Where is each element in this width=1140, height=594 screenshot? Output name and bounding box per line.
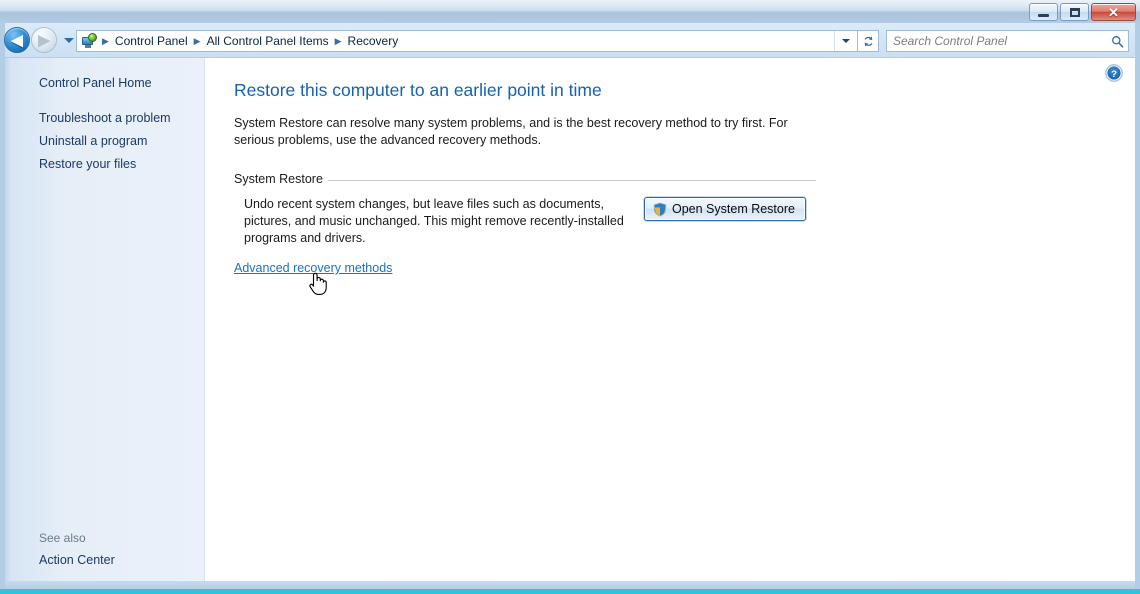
forward-arrow-icon: ▶ <box>38 31 50 49</box>
refresh-button[interactable] <box>858 30 879 52</box>
close-icon: ✕ <box>1108 4 1119 20</box>
search-box[interactable] <box>886 30 1129 52</box>
chevron-down-icon <box>842 39 850 43</box>
page-title: Restore this computer to an earlier poin… <box>234 80 602 100</box>
page-description: System Restore can resolve many system p… <box>234 116 788 147</box>
forward-button[interactable]: ▶ <box>31 27 57 53</box>
group-box-label: System Restore <box>234 172 328 186</box>
back-button[interactable]: ◀ <box>4 27 30 53</box>
chevron-down-icon <box>63 37 74 43</box>
content-area: Control Panel Home Troubleshoot a proble… <box>5 57 1135 581</box>
breadcrumb: ▶ Control Panel ▶ All Control Panel Item… <box>99 32 834 50</box>
sidebar-item-restore-your-files[interactable]: Restore your files <box>39 157 136 171</box>
open-system-restore-button[interactable]: Open System Restore <box>644 197 806 221</box>
title-bar-gloss <box>0 0 1140 23</box>
sidebar-item-control-panel-home[interactable]: Control Panel Home <box>39 76 152 90</box>
svg-text:?: ? <box>1111 69 1117 80</box>
breadcrumb-item-all-control-panel-items[interactable]: All Control Panel Items <box>204 32 332 50</box>
minimize-icon <box>1038 13 1049 17</box>
address-bar[interactable]: ▶ Control Panel ▶ All Control Panel Item… <box>76 30 858 52</box>
advanced-recovery-methods-link[interactable]: Advanced recovery methods <box>234 261 392 275</box>
window-bottom-strip <box>5 581 1135 589</box>
breadcrumb-separator-2[interactable]: ▶ <box>332 36 345 46</box>
title-bar[interactable]: ✕ <box>0 0 1140 23</box>
back-arrow-icon: ◀ <box>11 31 23 49</box>
uac-shield-icon <box>653 202 667 217</box>
see-also-heading: See also <box>39 531 86 545</box>
restore-button[interactable] <box>1060 3 1089 21</box>
recovery-computer-clock-icon <box>81 33 97 49</box>
breadcrumb-item-control-panel[interactable]: Control Panel <box>112 32 191 50</box>
open-system-restore-label: Open System Restore <box>672 202 795 216</box>
minimize-button[interactable] <box>1029 3 1058 21</box>
restore-icon <box>1069 7 1080 17</box>
recent-pages-button[interactable] <box>62 37 75 43</box>
breadcrumb-separator-1[interactable]: ▶ <box>191 36 204 46</box>
accent-line <box>0 589 1140 594</box>
sidebar-item-troubleshoot-a-problem[interactable]: Troubleshoot a problem <box>39 111 171 125</box>
sidebar: Control Panel Home Troubleshoot a proble… <box>5 58 205 581</box>
search-input[interactable] <box>887 33 1106 49</box>
close-button[interactable]: ✕ <box>1091 3 1136 21</box>
group-box-description: Undo recent system changes, but leave fi… <box>244 197 624 245</box>
search-icon[interactable] <box>1106 35 1128 48</box>
breadcrumb-item-recovery[interactable]: Recovery <box>345 32 402 50</box>
nav-arrow-group: ◀ ▶ <box>4 27 75 53</box>
sidebar-item-action-center[interactable]: Action Center <box>39 553 115 567</box>
help-button[interactable]: ? <box>1105 64 1123 82</box>
sidebar-item-uninstall-a-program[interactable]: Uninstall a program <box>39 134 147 148</box>
window-controls: ✕ <box>1029 3 1136 21</box>
breadcrumb-separator-0: ▶ <box>102 35 109 46</box>
recovery-window: ✕ ◀ ▶ ▶ Control Panel ▶ All Control Pane… <box>0 0 1140 594</box>
address-dropdown-button[interactable] <box>834 31 857 51</box>
refresh-icon <box>862 35 875 48</box>
main-pane: ? Restore this computer to an earlier po… <box>206 58 1135 581</box>
